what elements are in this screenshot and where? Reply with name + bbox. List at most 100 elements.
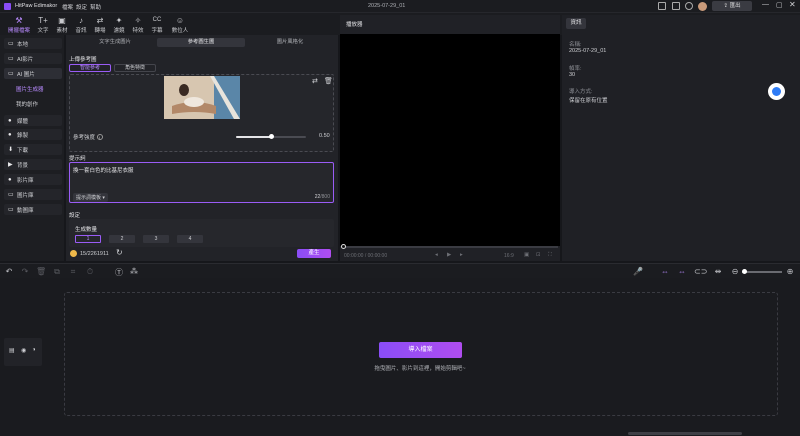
tab-info[interactable]: 資訊 bbox=[566, 18, 586, 29]
store-icon[interactable] bbox=[658, 2, 666, 10]
record-icon: ● bbox=[8, 131, 12, 138]
strength-label: 參考強度 i bbox=[73, 133, 103, 141]
maximize-icon[interactable]: ▢ bbox=[776, 1, 783, 9]
zoom-out-icon[interactable]: ⊖ bbox=[730, 267, 740, 276]
close-icon[interactable]: ✕ bbox=[789, 0, 796, 9]
sidebar-item-gif-library[interactable]: ▭ 動圖庫 bbox=[4, 204, 62, 215]
crop-clip-icon[interactable]: ⌗ bbox=[68, 267, 78, 277]
aspect-ratio[interactable]: 16:9 bbox=[504, 253, 514, 259]
tool-effect[interactable]: ✧ 特效 bbox=[128, 15, 148, 34]
redo-icon[interactable]: ↷ bbox=[20, 267, 30, 276]
sidebar-subitem-my-creations[interactable]: 我的創作 bbox=[16, 100, 38, 108]
mic-icon[interactable]: 🎤 bbox=[633, 267, 643, 276]
crop-icon[interactable]: ⊡ bbox=[536, 252, 541, 258]
tool-audio[interactable]: ♪ 音訊 bbox=[71, 15, 91, 34]
sidebar-item-local[interactable]: ▭ 本地 bbox=[4, 38, 62, 49]
generate-button[interactable]: 產生 bbox=[297, 249, 331, 258]
sidebar-subitem-image-generator[interactable]: 圖片生成器 bbox=[16, 85, 44, 93]
project-name: 2025-07-29_01 bbox=[368, 3, 406, 9]
menu-file[interactable]: 檔案 bbox=[62, 3, 73, 11]
scrubber-handle[interactable] bbox=[341, 244, 346, 249]
undo-icon[interactable]: ↶ bbox=[4, 267, 14, 276]
prompt-textarea[interactable]: 換一套白色的比基尼衣服 提示詞模板 ▾ 22/800 bbox=[69, 162, 334, 203]
timeline-toolbar: ↶ ↷ 🗑 ⧉ ⌗ ⏱ Ⓣ ⁂ 🎤 ⇔ ⇔ ⊂⊃ ⇹ ⊖ ⊕ bbox=[0, 263, 800, 278]
settings-label: 設定 bbox=[69, 213, 81, 219]
zoom-in-icon[interactable]: ⊕ bbox=[785, 267, 795, 276]
track-lock-icon[interactable]: ▤ bbox=[9, 347, 15, 354]
count-option-4[interactable]: 4 bbox=[177, 235, 203, 243]
tool-transition[interactable]: ⇄ 轉場 bbox=[90, 15, 110, 34]
prompt-template-button[interactable]: 提示詞模板 ▾ bbox=[73, 193, 108, 202]
reference-image-dropzone[interactable]: ⇄ 🗑 bbox=[69, 74, 334, 152]
speed-icon[interactable]: ⏱ bbox=[85, 267, 95, 277]
info-fps-label: 幀率: bbox=[569, 66, 582, 72]
menu-help[interactable]: 幫助 bbox=[90, 3, 101, 11]
tab-text-to-image[interactable]: 文字生成圖片 bbox=[70, 38, 160, 47]
player-panel: 播放器 00:00:00 / 00:00:00 ◂ ▶ ▸ 16:9 ▣ ⊡ ⛶ bbox=[340, 15, 560, 261]
tab-stylize[interactable]: 圖片風格化 bbox=[246, 38, 334, 47]
tool-material[interactable]: ▣ 素材 bbox=[52, 15, 72, 34]
sidebar-item-download[interactable]: ⬇ 下載 bbox=[4, 144, 62, 155]
tool-text[interactable]: T+ 文字 bbox=[33, 15, 53, 34]
snapshot-icon[interactable]: ▣ bbox=[524, 252, 529, 258]
digital-human-icon: ☺ bbox=[175, 16, 185, 25]
tab-image-to-image[interactable]: 參考圖生圖 bbox=[157, 38, 245, 47]
player-scrubber[interactable] bbox=[341, 244, 558, 249]
sidebar-item-image-library[interactable]: ▭ 圖片庫 bbox=[4, 189, 62, 200]
sidebar-item-video-library[interactable]: ● 影片庫 bbox=[4, 174, 62, 185]
track-visible-icon[interactable]: ◉ bbox=[21, 347, 26, 354]
tool-subtitle[interactable]: CC 字幕 bbox=[147, 15, 167, 34]
account-icon[interactable] bbox=[685, 2, 693, 10]
import-file-button[interactable]: 導入檔案 bbox=[379, 342, 462, 358]
sidebar-item-background[interactable]: ▶ 背景 bbox=[4, 159, 62, 170]
tool-avatar[interactable]: ☺ 數位人 bbox=[168, 15, 192, 34]
strength-slider-track[interactable] bbox=[236, 134, 306, 139]
refresh-icon[interactable]: ↻ bbox=[116, 248, 123, 257]
sidebar-item-record[interactable]: ● 錄製 bbox=[4, 129, 62, 140]
count-option-1[interactable]: 1 bbox=[75, 235, 101, 243]
tool-import[interactable]: ⚒ 開擺檔案 bbox=[6, 15, 32, 34]
avatar[interactable] bbox=[698, 2, 707, 11]
assistant-float-button[interactable] bbox=[768, 83, 785, 100]
magnet-icon[interactable]: ⇔ bbox=[660, 267, 670, 276]
transition-icon: ⇄ bbox=[96, 16, 104, 25]
ai-tool-icon[interactable]: ⁂ bbox=[129, 267, 139, 276]
timeline-scrollbar[interactable] bbox=[628, 432, 742, 435]
chain-icon[interactable]: ⊂⊃ bbox=[694, 267, 707, 276]
zoom-slider[interactable] bbox=[742, 269, 782, 274]
credits-count: 15/2261911 bbox=[80, 251, 109, 257]
zoom-slider-handle[interactable] bbox=[742, 269, 747, 274]
fullscreen-icon[interactable]: ⛶ bbox=[548, 252, 552, 259]
info-name-label: 名稱: bbox=[569, 42, 582, 48]
menu-settings[interactable]: 設定 bbox=[76, 3, 87, 11]
strength-slider-handle[interactable] bbox=[268, 134, 274, 139]
count-option-2[interactable]: 2 bbox=[109, 235, 135, 243]
media-icon: ● bbox=[8, 117, 12, 124]
sidebar-item-ai-video[interactable]: ▭ AI影片 bbox=[4, 53, 62, 64]
audio-icon: ♪ bbox=[79, 16, 83, 25]
delete-icon[interactable]: 🗑 bbox=[324, 77, 333, 85]
export-button[interactable]: ⇪ 匯出 bbox=[712, 1, 752, 11]
effect-icon: ✧ bbox=[134, 16, 142, 25]
mode-character[interactable]: 角色特徵 bbox=[114, 64, 156, 72]
link-icon[interactable]: ⇔ bbox=[677, 267, 687, 276]
image-generator-panel: 文字生成圖片 參考圖生圖 圖片風格化 上傳參考圖 智能參考 角色特徵 ⇄ 🗑 參… bbox=[66, 35, 338, 261]
ai-image-icon: ▭ bbox=[8, 71, 14, 77]
sidebar-item-media[interactable]: ● 媒體 bbox=[4, 115, 62, 126]
sidebar-item-ai-image[interactable]: ▭ AI 圖片 bbox=[4, 68, 62, 79]
swap-icon[interactable]: ⇄ bbox=[312, 77, 318, 85]
split-icon[interactable]: ⧉ bbox=[52, 267, 62, 277]
mode-smart-reference[interactable]: 智能參考 bbox=[69, 64, 111, 72]
prev-frame-icon[interactable]: ◂ bbox=[435, 252, 438, 258]
fit-icon[interactable]: ⇹ bbox=[713, 267, 723, 276]
text-tool-icon[interactable]: Ⓣ bbox=[114, 267, 124, 278]
track-mute-icon[interactable]: ◑ bbox=[32, 347, 36, 353]
tool-filter[interactable]: ✦ 濾鏡 bbox=[109, 15, 129, 34]
feedback-icon[interactable] bbox=[672, 2, 680, 10]
delete-clip-icon[interactable]: 🗑 bbox=[36, 267, 46, 276]
minimize-icon[interactable]: — bbox=[762, 1, 769, 8]
play-button-icon[interactable]: ▶ bbox=[447, 252, 451, 258]
count-option-3[interactable]: 3 bbox=[143, 235, 169, 243]
info-fps-value: 30 bbox=[569, 72, 576, 78]
next-frame-icon[interactable]: ▸ bbox=[460, 252, 463, 258]
